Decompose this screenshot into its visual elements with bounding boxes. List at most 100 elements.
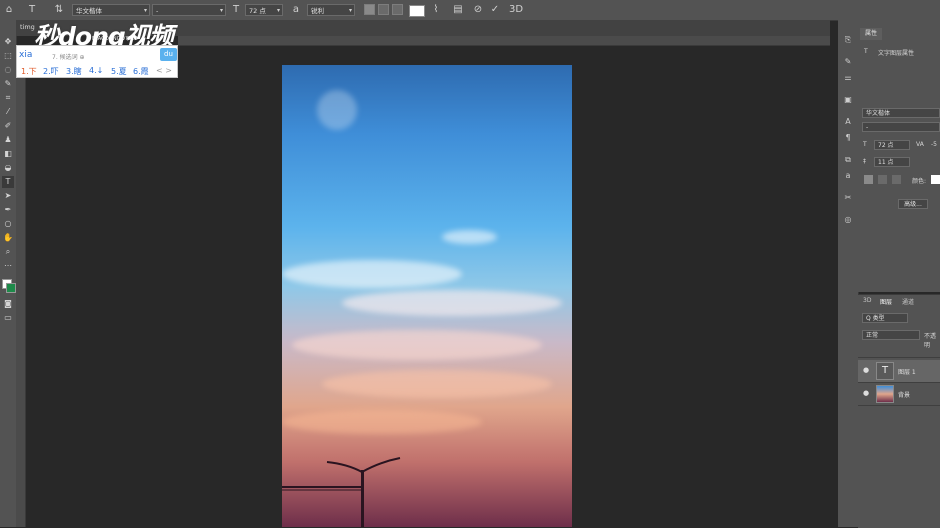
commit-check-icon[interactable]: ✓: [489, 3, 501, 17]
cancel-icon[interactable]: ⊘: [472, 3, 484, 17]
more-tools-icon[interactable]: ⋯: [2, 260, 14, 272]
tool-presets-icon[interactable]: ✂: [842, 192, 854, 204]
align-left-button[interactable]: [364, 4, 375, 15]
quick-select-tool-icon[interactable]: ✎: [2, 78, 14, 90]
properties-color-swatch[interactable]: [931, 175, 940, 184]
text-layer-icon: T: [864, 48, 868, 55]
properties-font-family[interactable]: 华文楷体: [862, 108, 940, 118]
tracking-label: VA: [916, 141, 924, 148]
leading-icon: ‡: [863, 158, 866, 165]
font-size-icon: T: [232, 4, 240, 15]
cloud-shape: [322, 370, 552, 398]
cloud-shape: [442, 230, 497, 244]
home-icon[interactable]: ⌂: [3, 3, 15, 17]
properties-panel: [858, 20, 940, 292]
chevron-down-icon: ▾: [348, 7, 352, 14]
canvas-sky-image[interactable]: [282, 65, 572, 527]
image-layer-thumbnail: [876, 385, 894, 403]
tab-layers[interactable]: 图层: [880, 297, 892, 306]
character-icon[interactable]: A: [842, 116, 854, 128]
text-layer-thumbnail-icon: T: [876, 362, 894, 380]
properties-align-center-button[interactable]: [878, 175, 887, 184]
properties-font-size[interactable]: 72 点: [874, 140, 910, 150]
advanced-button[interactable]: 高级...: [898, 199, 928, 209]
text-orientation-icon[interactable]: ⇅: [53, 3, 65, 17]
move-tool-icon[interactable]: ✥: [2, 36, 14, 48]
history-icon[interactable]: ⎘: [842, 34, 854, 46]
color-label: 颜色:: [912, 178, 927, 185]
hand-tool-icon[interactable]: ✋: [2, 232, 14, 244]
chevron-down-icon: ▾: [276, 7, 280, 14]
path-select-tool-icon[interactable]: ➤: [2, 190, 14, 202]
cloud-shape: [282, 410, 482, 434]
properties-leading[interactable]: 11 点: [874, 157, 910, 167]
layer-filter-search[interactable]: Q 类型: [862, 313, 908, 323]
ime-candidate[interactable]: 6.霞: [133, 66, 149, 77]
antialias-select[interactable]: 锐利 ▾: [307, 4, 355, 16]
screen-mode-icon[interactable]: ▭: [2, 312, 14, 324]
paint-bucket-tool-icon[interactable]: ◒: [2, 162, 14, 174]
tab-channels[interactable]: 通道: [902, 297, 914, 306]
properties-header: 文字图层属性: [878, 50, 915, 57]
cloud-shape: [317, 90, 357, 130]
pen-tool-icon[interactable]: ✒: [2, 204, 14, 216]
eyedropper-tool-icon[interactable]: ⁄: [2, 106, 14, 118]
watermark-subtitle: MIAODONG VIDEO: [92, 36, 138, 42]
blend-mode-select[interactable]: 正常: [862, 330, 920, 340]
ime-candidate[interactable]: 2.吓: [43, 66, 59, 77]
layer-row[interactable]: ● 背景: [858, 383, 940, 406]
ime-candidate[interactable]: 1.下: [21, 66, 37, 77]
tools-panel: ✥ ⬚ ◌ ✎ ⌗ ⁄ ✐ ♟ ◧ ◒ T ➤ ✒ ○ ✋ ⌕ ⋯ ◙ ▭: [0, 20, 17, 527]
glyphs-icon[interactable]: a: [842, 170, 854, 182]
3d-icon[interactable]: 3D: [509, 3, 523, 17]
eraser-tool-icon[interactable]: ◧: [2, 148, 14, 160]
shape-tool-icon[interactable]: ○: [2, 218, 14, 230]
brush-settings-icon[interactable]: ✎: [842, 56, 854, 68]
ime-candidate[interactable]: 5.夏: [111, 66, 127, 77]
paragraph-icon[interactable]: ¶: [842, 132, 854, 144]
font-size-select[interactable]: 72 点 ▾: [245, 4, 283, 16]
crop-tool-icon[interactable]: ⌗: [2, 92, 14, 104]
vertical-ruler: [16, 45, 26, 527]
tracking-value[interactable]: -5: [931, 141, 937, 148]
properties-tab[interactable]: 属性: [860, 28, 882, 40]
properties-align-right-button[interactable]: [892, 175, 901, 184]
ime-candidate[interactable]: 4.↓: [89, 66, 103, 75]
visibility-eye-icon[interactable]: ●: [863, 390, 870, 397]
layer-row[interactable]: ● T 图层 1: [858, 360, 940, 383]
type-tool-icon[interactable]: T: [26, 3, 38, 17]
libraries-icon[interactable]: ▣: [842, 94, 854, 106]
document-tab-title[interactable]: timg: [20, 23, 35, 31]
font-style-select[interactable]: - ▾: [152, 4, 226, 16]
background-color-swatch[interactable]: [6, 283, 16, 293]
lasso-tool-icon[interactable]: ◌: [2, 64, 14, 76]
warp-text-icon[interactable]: ⌇: [430, 3, 442, 17]
clone-source-icon[interactable]: ⧉: [842, 154, 854, 166]
font-family-select[interactable]: 华文楷体 ▾: [72, 4, 150, 16]
properties-align-left-button[interactable]: [864, 175, 873, 184]
stamp-tool-icon[interactable]: ♟: [2, 134, 14, 146]
brush-tool-icon[interactable]: ✐: [2, 120, 14, 132]
align-center-button[interactable]: [378, 4, 389, 15]
quick-mask-icon[interactable]: ◙: [2, 298, 14, 310]
visibility-eye-icon[interactable]: ●: [863, 367, 870, 374]
chevron-down-icon: ▾: [143, 7, 147, 14]
street-lamp-silhouette: [282, 457, 401, 527]
zoom-tool-icon[interactable]: ⌕: [2, 246, 14, 258]
ime-cloud-button[interactable]: du: [160, 48, 177, 61]
3d-materials-icon[interactable]: ◎: [842, 214, 854, 226]
marquee-tool-icon[interactable]: ⬚: [2, 50, 14, 62]
horizontal-ruler: [178, 36, 830, 46]
properties-font-style[interactable]: -: [862, 122, 940, 132]
type-tool-active-icon[interactable]: T: [2, 176, 14, 188]
antialias-icon: a: [292, 4, 300, 15]
text-color-swatch[interactable]: [409, 5, 425, 17]
align-right-button[interactable]: [392, 4, 403, 15]
panel-icon-column: ⎘ ✎ ⚌ ▣ A ¶ ⧉ a ✂ ◎: [838, 20, 859, 527]
tab-3d[interactable]: 3D: [863, 297, 871, 304]
adjustments-icon[interactable]: ⚌: [842, 72, 854, 84]
layer-name: 背景: [898, 392, 911, 399]
ime-candidate[interactable]: 3.瞎: [66, 66, 82, 77]
ime-page-nav[interactable]: < >: [156, 66, 172, 75]
character-panel-icon[interactable]: ▤: [452, 3, 464, 17]
